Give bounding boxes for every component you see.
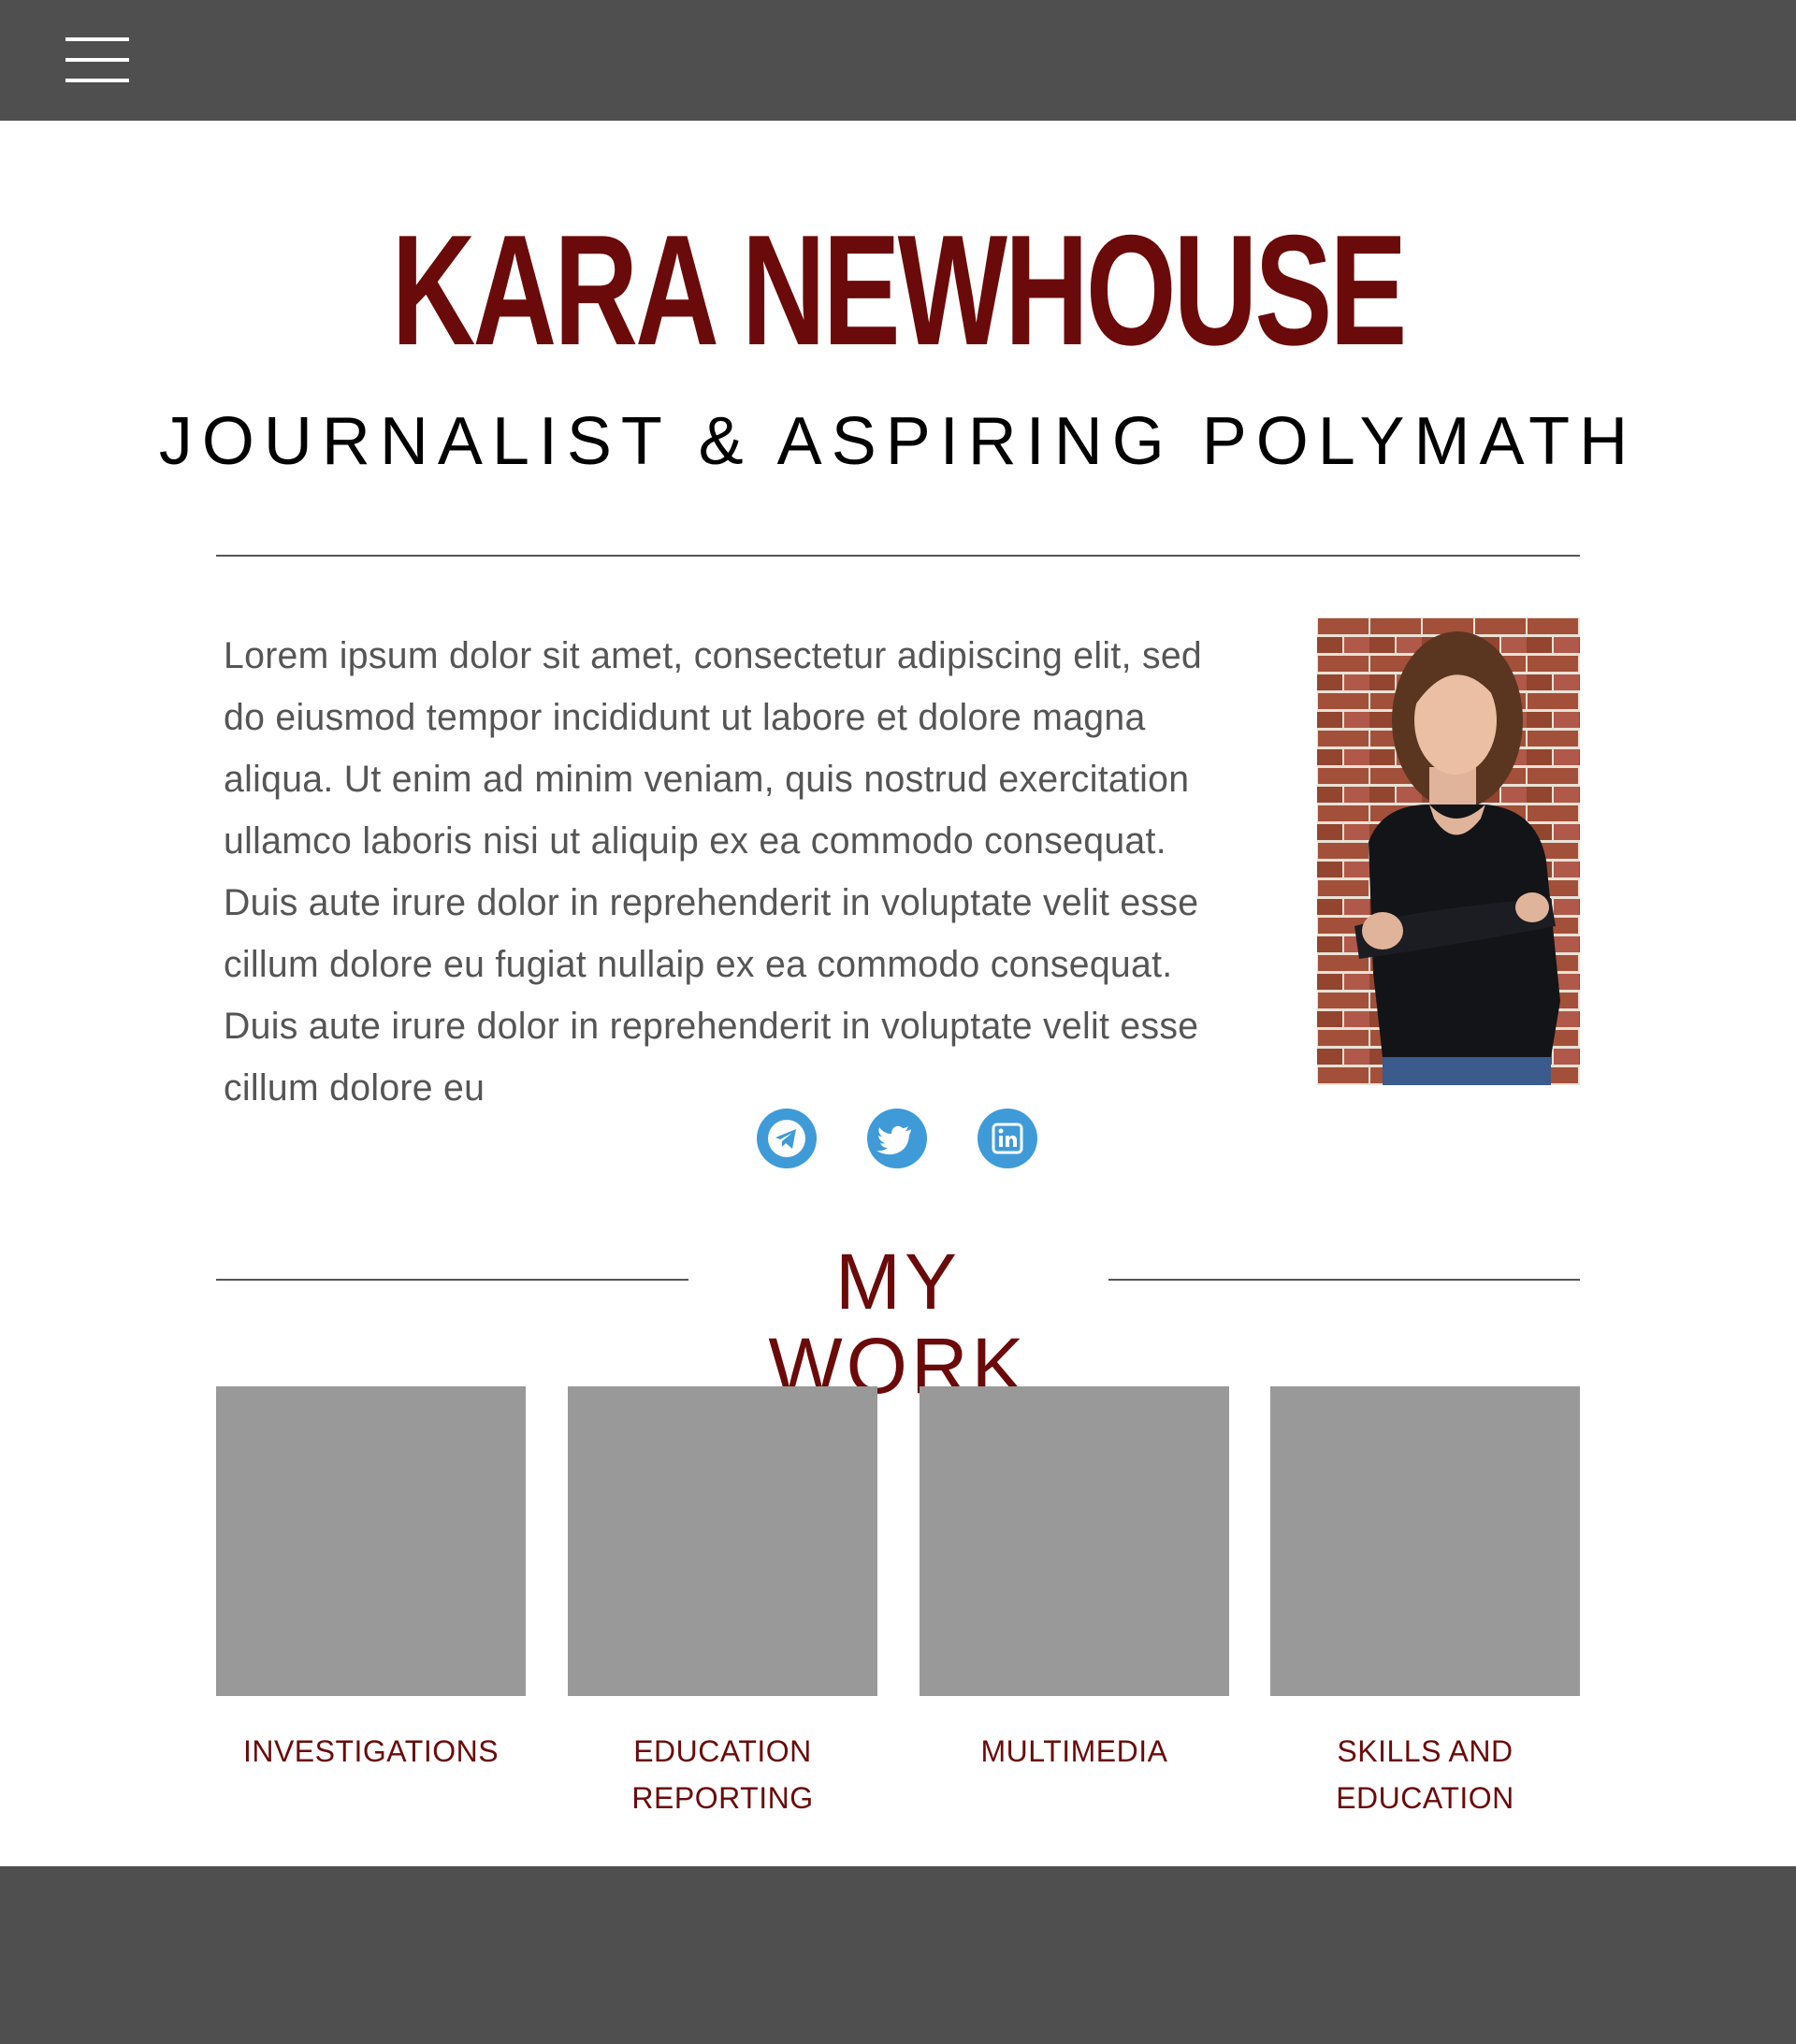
- work-divider-left: [216, 1279, 688, 1281]
- section-title: MY WORK: [768, 1238, 1028, 1410]
- work-label-line: REPORTING: [631, 1781, 814, 1815]
- portrait-image: [1317, 617, 1580, 1085]
- work-link-investigations[interactable]: INVESTIGATIONS: [216, 1728, 526, 1775]
- work-label-line: EDUCATION: [633, 1734, 812, 1768]
- work-tile-multimedia[interactable]: [920, 1386, 1229, 1696]
- footer-bar: [0, 1866, 1796, 2044]
- work-label-line: MULTIMEDIA: [980, 1734, 1168, 1768]
- twitter-icon[interactable]: [867, 1109, 927, 1168]
- work-label-line: EDUCATION: [1336, 1781, 1514, 1815]
- bio-paragraph: Lorem ipsum dolor sit amet, consectetur …: [224, 635, 1203, 1109]
- work-tile-skills-and-education[interactable]: [1270, 1386, 1580, 1696]
- profile-photo: [1317, 617, 1580, 1085]
- work-tile-education-reporting[interactable]: [568, 1386, 877, 1696]
- work-link-skills-and-education[interactable]: SKILLS AND EDUCATION: [1270, 1728, 1580, 1821]
- site-title: KARA NEWHOUSE: [391, 202, 1408, 378]
- site-tagline: JOURNALIST & ASPIRING POLYMATH: [158, 404, 1638, 479]
- linkedin-glyph: [992, 1123, 1023, 1154]
- menu-line: [65, 79, 129, 82]
- work-label-line: INVESTIGATIONS: [242, 1734, 500, 1768]
- telegram-glyph: [768, 1120, 805, 1157]
- work-label-line: SKILLS AND: [1337, 1734, 1514, 1768]
- work-link-multimedia[interactable]: MULTIMEDIA: [920, 1728, 1229, 1775]
- menu-line: [65, 58, 129, 62]
- hamburger-menu-icon[interactable]: [65, 37, 129, 84]
- work-tile-investigations[interactable]: [216, 1386, 526, 1696]
- menu-line: [65, 37, 129, 41]
- work-link-education-reporting[interactable]: EDUCATION REPORTING: [568, 1728, 877, 1821]
- work-divider-right: [1108, 1279, 1580, 1281]
- top-nav-bar: [0, 0, 1796, 121]
- twitter-glyph: [876, 1125, 911, 1155]
- linkedin-icon[interactable]: [978, 1109, 1037, 1168]
- telegram-icon[interactable]: [757, 1109, 817, 1168]
- divider: [216, 555, 1580, 557]
